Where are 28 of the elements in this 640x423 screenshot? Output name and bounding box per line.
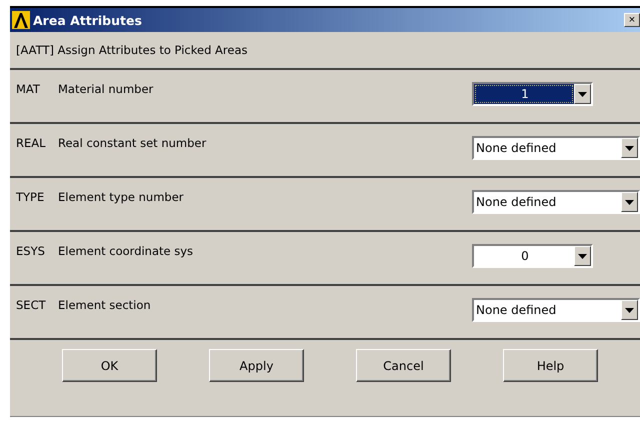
field-code: MAT	[16, 82, 41, 96]
field-label: Element coordinate sys	[58, 244, 194, 258]
dropdown-value: None defined	[475, 302, 558, 319]
dialog-button[interactable]: Help	[503, 349, 598, 382]
field-label: Material number	[58, 82, 154, 96]
dropdown[interactable]: None defined	[472, 136, 640, 160]
dialog-button[interactable]: OK	[62, 349, 157, 382]
dropdown[interactable]: 1	[472, 82, 593, 106]
dropdown[interactable]: None defined	[472, 298, 640, 322]
window-title: Area Attributes	[33, 12, 142, 28]
dropdown-value: None defined	[475, 140, 558, 157]
field-label: Element section	[58, 298, 152, 312]
field-code: SECT	[16, 298, 47, 312]
dialog-button[interactable]: Cancel	[356, 349, 451, 382]
dialog-button[interactable]: Apply	[209, 349, 304, 382]
field-code: ESYS	[16, 244, 46, 258]
dropdown-value: 0	[520, 248, 530, 265]
dropdown-value: 1	[474, 84, 574, 104]
dropdown[interactable]: 0	[472, 244, 593, 268]
dialog-subtitle: [AATT] Assign Attributes to Picked Areas	[16, 43, 248, 57]
field-code: REAL	[16, 136, 47, 150]
field-label: Real constant set number	[58, 136, 208, 150]
field-code: TYPE	[16, 190, 46, 204]
dropdown-value: None defined	[475, 194, 558, 211]
logo-icon	[12, 11, 30, 29]
close-button[interactable]: ×	[624, 13, 640, 27]
field-label: Element type number	[58, 190, 184, 204]
dropdown[interactable]: None defined	[472, 190, 640, 214]
